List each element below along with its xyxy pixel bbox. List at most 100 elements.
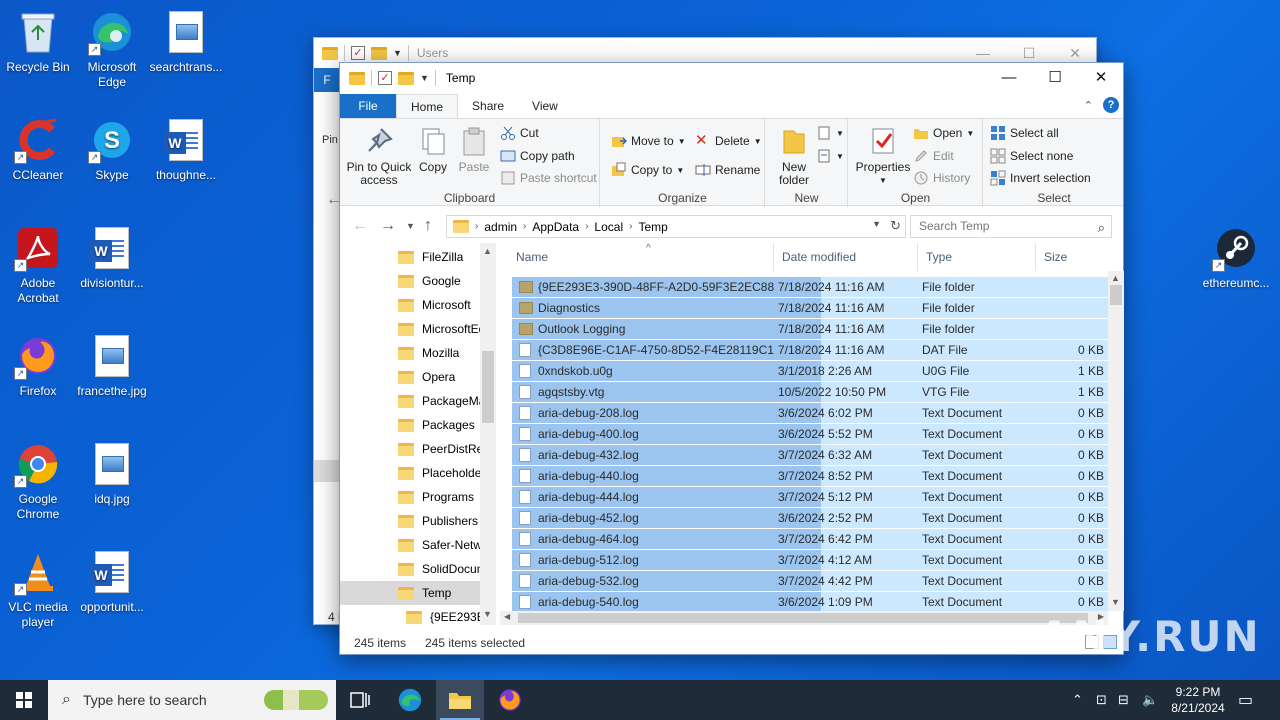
breadcrumb-admin[interactable]: admin bbox=[484, 220, 517, 234]
column-header-date[interactable]: Date modified bbox=[774, 243, 918, 271]
recent-locations-chevron-icon[interactable]: ▼ bbox=[406, 221, 415, 231]
scroll-up-icon[interactable]: ▲ bbox=[483, 246, 492, 256]
new-item-button[interactable]: ▼ bbox=[816, 125, 844, 141]
horizontal-scroll-thumb[interactable] bbox=[518, 613, 1088, 623]
chevron-right-icon[interactable]: › bbox=[629, 221, 632, 232]
chevron-right-icon[interactable]: › bbox=[523, 221, 526, 232]
users-file-tab[interactable]: F bbox=[314, 68, 340, 92]
nav-item[interactable]: Opera bbox=[340, 365, 480, 389]
show-hidden-icons-chevron-icon[interactable]: ⌃ bbox=[1072, 692, 1083, 708]
nav-item[interactable]: PeerDistRep bbox=[340, 437, 480, 461]
chevron-down-icon[interactable]: ▼ bbox=[393, 48, 402, 58]
file-row[interactable]: aria-debug-432.log 3/7/2024 6:32 AM Text D… bbox=[512, 445, 1108, 465]
file-row[interactable]: aria-debug-532.log 3/7/2024 4:42 PM Text D… bbox=[512, 571, 1108, 591]
tab-share[interactable]: Share bbox=[458, 94, 518, 118]
desktop-icon-searchtrans[interactable]: searchtrans... bbox=[148, 8, 224, 75]
nav-item[interactable]: Mozilla bbox=[340, 341, 480, 365]
new-folder-qa-icon[interactable] bbox=[371, 46, 387, 60]
select-all-button[interactable]: Select all bbox=[990, 125, 1059, 141]
delete-button[interactable]: ✕ Delete ▼ bbox=[695, 133, 762, 149]
nav-item[interactable]: Safer-Netwo bbox=[340, 533, 480, 557]
column-header-size[interactable]: Size bbox=[1036, 243, 1108, 271]
properties-qa-icon[interactable]: ✓ bbox=[351, 46, 365, 60]
select-none-button[interactable]: Select none bbox=[990, 148, 1073, 164]
file-row[interactable]: Outlook Logging 7/18/2024 11:16 AM File fo… bbox=[512, 319, 1108, 339]
address-bar[interactable]: › admin › AppData › Local › Temp ▼ ↻ bbox=[446, 215, 906, 238]
move-to-button[interactable]: Move to ▼ bbox=[611, 133, 686, 149]
maximize-button[interactable]: ☐ bbox=[1032, 63, 1078, 93]
back-arrow-icon[interactable]: ← bbox=[352, 217, 368, 235]
collapse-ribbon-icon[interactable]: ⌃ bbox=[1084, 99, 1093, 112]
nav-item[interactable]: Programs bbox=[340, 485, 480, 509]
scroll-up-icon[interactable]: ▲ bbox=[1111, 273, 1120, 283]
edit-button[interactable]: Edit bbox=[913, 148, 954, 164]
taskbar-edge-button[interactable] bbox=[386, 680, 434, 720]
nav-scroll-thumb[interactable] bbox=[482, 351, 494, 423]
copy-button[interactable]: Copy bbox=[416, 125, 450, 174]
nav-scrollbar[interactable]: ▲ ▼ bbox=[480, 243, 496, 625]
desktop-icon-chrome[interactable]: ↗ Google Chrome bbox=[0, 440, 76, 522]
history-button[interactable]: History bbox=[913, 170, 970, 186]
desktop-icon-vlc[interactable]: ↗ VLC media player bbox=[0, 548, 76, 630]
paste-shortcut-button[interactable]: Paste shortcut bbox=[500, 170, 597, 186]
scroll-down-icon[interactable]: ▼ bbox=[1111, 597, 1120, 607]
taskbar-file-explorer-button[interactable] bbox=[436, 680, 484, 720]
nav-item[interactable]: Packages bbox=[340, 413, 480, 437]
file-row[interactable]: aria-debug-512.log 3/7/2024 4:12 AM Text D… bbox=[512, 550, 1108, 570]
users-pin-label[interactable]: Pin bbox=[322, 134, 338, 146]
refresh-icon[interactable]: ↻ bbox=[890, 218, 901, 234]
desktop-icon-skype[interactable]: S ↗ Skype bbox=[74, 116, 150, 183]
horizontal-scrollbar[interactable]: ◀ ▶ bbox=[500, 611, 1108, 625]
volume-icon[interactable]: 🔈 bbox=[1142, 692, 1158, 708]
nav-item[interactable]: Google bbox=[340, 269, 480, 293]
nav-item[interactable]: Microsoft bbox=[340, 293, 480, 317]
start-button[interactable] bbox=[0, 680, 48, 720]
chevron-right-icon[interactable]: › bbox=[585, 221, 588, 232]
forward-arrow-icon[interactable]: → bbox=[380, 217, 396, 235]
file-row[interactable]: aria-debug-440.log 3/7/2024 8:52 PM Text D… bbox=[512, 466, 1108, 486]
file-row[interactable]: aria-debug-540.log 3/6/2024 1:09 PM Text D… bbox=[512, 592, 1108, 612]
file-list[interactable]: Name ^ Date modified Type Size {9EE293E3-… bbox=[500, 243, 1124, 625]
nav-item[interactable]: FileZilla bbox=[340, 245, 480, 269]
rename-button[interactable]: Rename bbox=[695, 162, 760, 178]
desktop-icon-thoughne[interactable]: W thoughne... bbox=[148, 116, 224, 183]
search-input[interactable]: Search Temp ⌕ bbox=[910, 215, 1112, 238]
tab-view[interactable]: View bbox=[518, 94, 572, 118]
desktop-icon-ethereumc[interactable]: ↗ ethereumc... bbox=[1198, 224, 1274, 291]
desktop-icon-idq[interactable]: idq.jpg bbox=[74, 440, 150, 507]
breadcrumb-appdata[interactable]: AppData bbox=[532, 220, 579, 234]
network-activity-icon[interactable]: ⊡ bbox=[1096, 692, 1107, 708]
taskbar-search-box[interactable]: ⌕ Type here to search bbox=[48, 680, 336, 720]
nav-item[interactable]: {9EE293E3- bbox=[340, 605, 480, 625]
clock[interactable]: 9:22 PM 8/21/2024 bbox=[1160, 684, 1236, 716]
open-button[interactable]: Open ▼ bbox=[913, 125, 974, 141]
column-header-name[interactable]: Name ^ bbox=[508, 243, 774, 271]
easy-access-button[interactable]: ▼ bbox=[816, 148, 844, 164]
nav-item[interactable]: PackageMa bbox=[340, 389, 480, 413]
desktop-icon-opportunit[interactable]: W opportunit... bbox=[74, 548, 150, 615]
file-row[interactable]: aria-debug-208.log 3/6/2024 6:02 PM Text D… bbox=[512, 403, 1108, 423]
file-row[interactable]: aria-debug-400.log 3/6/2024 5:52 PM Text D… bbox=[512, 424, 1108, 444]
paste-button[interactable]: Paste bbox=[456, 125, 492, 174]
desktop-icon-acrobat[interactable]: ↗ Adobe Acrobat bbox=[0, 224, 76, 306]
nav-item[interactable]: MicrosoftEd bbox=[340, 317, 480, 341]
file-row[interactable]: aria-debug-452.log 3/6/2024 2:52 PM Text D… bbox=[512, 508, 1108, 528]
notifications-icon[interactable]: ▭ bbox=[1238, 690, 1253, 710]
scroll-down-icon[interactable]: ▼ bbox=[483, 609, 492, 619]
column-header-type[interactable]: Type bbox=[918, 243, 1036, 271]
copy-to-button[interactable]: Copy to ▼ bbox=[611, 162, 684, 178]
close-button[interactable]: ✕ bbox=[1078, 63, 1124, 93]
address-dropdown-icon[interactable]: ▼ bbox=[872, 219, 881, 229]
new-folder-qa-icon[interactable] bbox=[398, 71, 414, 85]
desktop-icon-divisiontur[interactable]: W divisiontur... bbox=[74, 224, 150, 291]
chevron-down-icon[interactable]: ▼ bbox=[420, 73, 429, 83]
taskbar-firefox-button[interactable] bbox=[486, 680, 534, 720]
list-scrollbar[interactable]: ▲ ▼ bbox=[1108, 271, 1124, 611]
desktop-icon-firefox[interactable]: ↗ Firefox bbox=[0, 332, 76, 399]
list-scroll-thumb[interactable] bbox=[1110, 285, 1122, 305]
breadcrumb-temp[interactable]: Temp bbox=[638, 220, 667, 234]
file-row[interactable]: Diagnostics 7/18/2024 11:16 AM File folder bbox=[512, 298, 1108, 318]
temp-explorer-window[interactable]: ✓ ▼ Temp — ☐ ✕ File Home Share View ⌃ ? … bbox=[339, 62, 1124, 655]
file-row[interactable]: aria-debug-444.log 3/7/2024 5:12 PM Text D… bbox=[512, 487, 1108, 507]
new-folder-button[interactable]: New folder bbox=[774, 125, 814, 187]
